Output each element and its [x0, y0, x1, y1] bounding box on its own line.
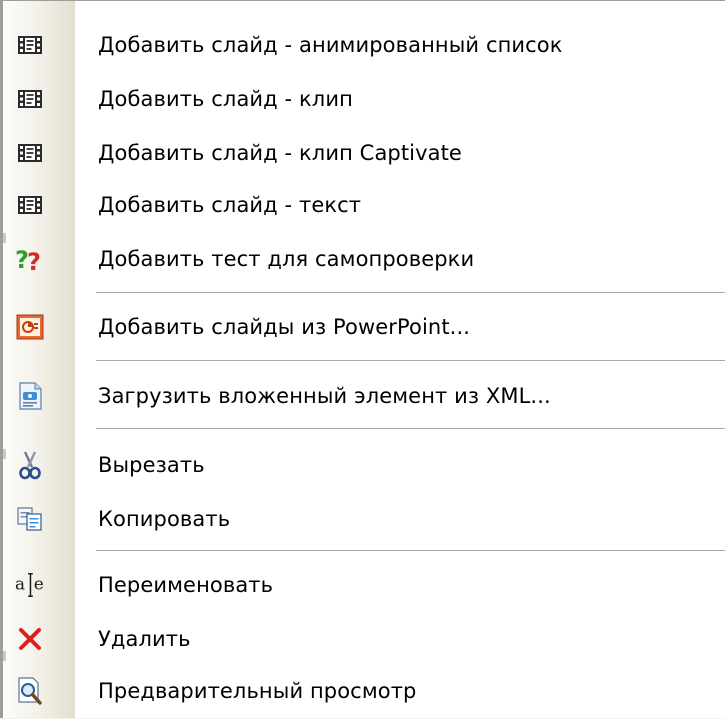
- scissors-icon: [15, 450, 45, 480]
- film-slide-icon: [15, 138, 45, 168]
- menu-item-label: Вырезать: [98, 453, 205, 477]
- copy-icon: [15, 504, 45, 534]
- menu-item-add-slide-clip[interactable]: Добавить слайд - клип: [3, 71, 725, 127]
- menu-item-add-slide-captivate-clip[interactable]: Добавить слайд - клип Captivate: [3, 125, 725, 181]
- menu-item-label: Добавить слайд - клип Captivate: [98, 141, 462, 165]
- menu-item-add-slide-text[interactable]: Добавить слайд - текст: [3, 177, 725, 233]
- menu-item-label: Предварительный просмотр: [98, 679, 417, 703]
- edge-mark: [3, 449, 6, 459]
- question-marks-icon: ? ?: [15, 244, 45, 274]
- svg-text:?: ?: [27, 248, 41, 274]
- menu-item-label: Добавить слайды из PowerPoint...: [98, 315, 470, 339]
- menu-item-cut[interactable]: Вырезать: [3, 437, 725, 493]
- film-slide-icon: [15, 190, 45, 220]
- svg-text:a: a: [15, 574, 25, 594]
- context-menu: Добавить слайд - анимированный список До…: [0, 0, 725, 718]
- edge-mark: [3, 651, 6, 661]
- menu-separator: [96, 428, 725, 430]
- film-slide-icon: [15, 84, 45, 114]
- powerpoint-icon: [15, 312, 45, 342]
- menu-item-copy[interactable]: Копировать: [3, 491, 725, 547]
- xml-document-icon: [15, 381, 45, 411]
- menu-item-add-self-test[interactable]: ? ? Добавить тест для самопроверки: [3, 231, 725, 287]
- menu-item-label: Копировать: [98, 507, 231, 531]
- menu-separator: [96, 292, 725, 294]
- menu-separator: [96, 360, 725, 362]
- delete-x-icon: [15, 624, 45, 654]
- menu-item-delete[interactable]: Удалить: [3, 611, 725, 667]
- menu-separator: [96, 550, 725, 552]
- rename-icon: a e: [15, 570, 45, 600]
- menu-item-label: Переименовать: [98, 573, 274, 597]
- menu-item-label: Добавить слайд - клип: [98, 87, 353, 111]
- menu-item-label: Загрузить вложенный элемент из XML...: [98, 384, 551, 408]
- menu-item-load-nested-from-xml[interactable]: Загрузить вложенный элемент из XML...: [3, 368, 725, 424]
- film-slide-icon: [15, 30, 45, 60]
- menu-item-label: Добавить слайд - анимированный список: [98, 33, 563, 57]
- menu-item-label: Добавить тест для самопроверки: [98, 247, 475, 271]
- menu-item-rename[interactable]: a e Переименовать: [3, 557, 725, 613]
- preview-magnifier-icon: [15, 676, 45, 706]
- edge-mark: [3, 233, 6, 243]
- svg-text:e: e: [34, 574, 44, 594]
- menu-item-label: Удалить: [98, 627, 191, 651]
- menu-item-add-slides-from-powerpoint[interactable]: Добавить слайды из PowerPoint...: [3, 299, 725, 355]
- menu-item-label: Добавить слайд - текст: [98, 193, 362, 217]
- menu-item-preview[interactable]: Предварительный просмотр: [3, 663, 725, 719]
- menu-item-add-slide-animated-list[interactable]: Добавить слайд - анимированный список: [3, 17, 725, 73]
